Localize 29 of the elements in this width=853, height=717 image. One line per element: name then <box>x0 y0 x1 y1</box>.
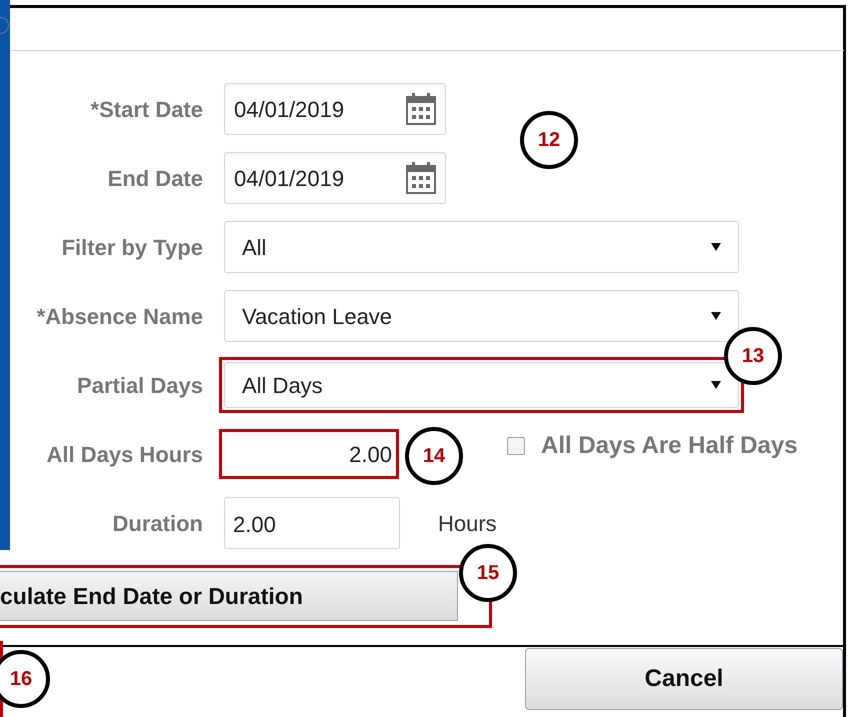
callout-number: 15 <box>459 544 517 602</box>
dropdown[interactable]: All Days <box>224 362 739 408</box>
field-label: End Date <box>106 164 203 192</box>
date-field[interactable]: 04/01/2019 <box>224 152 446 204</box>
field-label: *Absence Name <box>36 302 203 330</box>
field-label: Duration <box>112 510 203 538</box>
unit-label: Hours <box>438 510 497 538</box>
callout-number: 13 <box>724 327 782 385</box>
calendar-icon[interactable] <box>406 162 436 194</box>
callout-number: 14 <box>405 427 463 485</box>
dropdown[interactable]: All <box>224 221 739 273</box>
field-label: *Start Date <box>90 96 203 124</box>
duration-input-field[interactable]: 2.00 <box>224 497 400 549</box>
checkbox[interactable] <box>507 437 525 455</box>
callout-number: 12 <box>520 111 578 169</box>
cancel-button[interactable]: Cancel <box>525 648 843 710</box>
dropdown-arrow-icon[interactable] <box>711 243 721 251</box>
field-label: Partial Days <box>76 372 203 400</box>
dropdown-arrow-icon[interactable] <box>711 312 721 320</box>
dropdown[interactable]: Vacation Leave <box>224 290 739 342</box>
callout-number: 16 <box>0 650 50 708</box>
dropdown-arrow-icon[interactable] <box>711 381 721 389</box>
field-label: All Days Hours <box>46 440 203 469</box>
number-input-field[interactable]: 2.00 <box>224 434 394 474</box>
calculate-button[interactable]: culate End Date or Duration <box>0 571 458 621</box>
field-label: Filter by Type <box>60 234 203 262</box>
checkbox-label: All Days Are Half Days <box>541 431 798 461</box>
calendar-icon[interactable] <box>406 93 436 125</box>
date-field[interactable]: 04/01/2019 <box>224 83 446 135</box>
